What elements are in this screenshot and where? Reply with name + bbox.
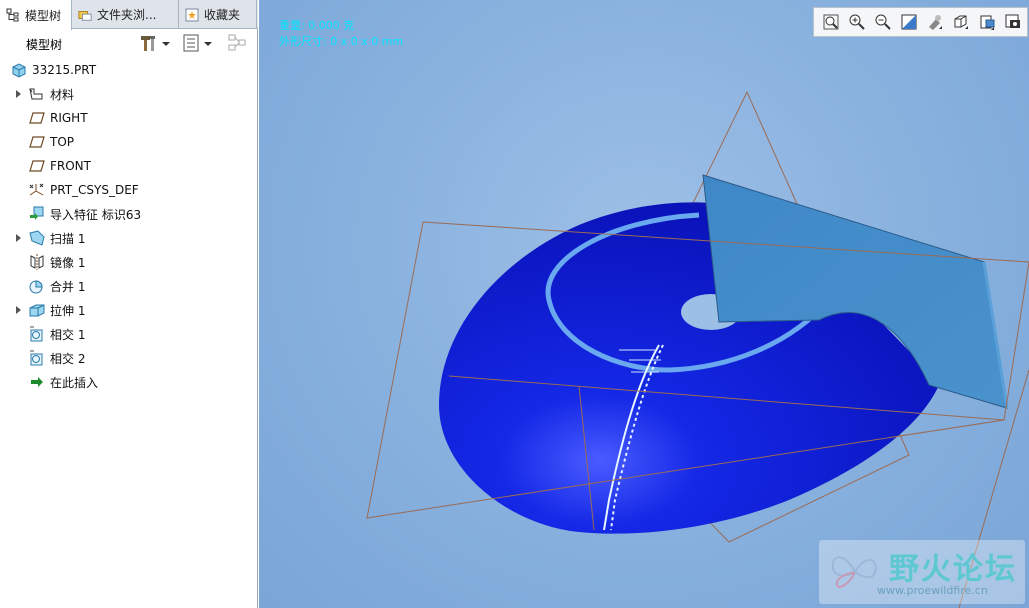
datum-plane-icon xyxy=(28,133,46,151)
sweep-icon xyxy=(28,229,46,247)
tree-item-label: 相交 2 xyxy=(50,351,86,366)
import-feature-icon xyxy=(28,205,46,223)
tree-item-intersect-1[interactable]: 相交 1 xyxy=(28,322,85,346)
settings-dropdown-button[interactable] xyxy=(138,33,170,55)
filter-button[interactable] xyxy=(227,33,249,55)
zoom-out-icon[interactable] xyxy=(872,11,894,33)
tree-item-extrude[interactable]: 拉伸 1 xyxy=(16,298,85,322)
saved-views-icon[interactable] xyxy=(950,11,972,33)
list-icon xyxy=(182,33,200,56)
tree-item-csys[interactable]: PRT_CSYS_DEF xyxy=(28,178,139,202)
intersect-icon xyxy=(28,325,46,343)
show-dropdown-button[interactable] xyxy=(182,33,212,55)
tab-model-tree-label: 模型树 xyxy=(25,8,62,23)
expand-arrow-icon[interactable] xyxy=(16,90,21,98)
tab-folder-browser-label: 文件夹浏... xyxy=(97,8,157,22)
tree-item-import-feature[interactable]: 导入特征 标识63 xyxy=(28,202,141,226)
tree-item-label: 材料 xyxy=(50,87,75,102)
tree-item-insert-here[interactable]: 在此插入 xyxy=(28,370,98,394)
watermark-title: 野火论坛 xyxy=(889,552,1017,587)
tree-item-label: TOP xyxy=(50,135,75,149)
intersect-icon xyxy=(28,349,46,367)
extrude-icon xyxy=(28,301,46,319)
tree-item-material[interactable]: 材料 xyxy=(16,82,74,106)
chevron-down-icon xyxy=(204,42,212,46)
filter-icon xyxy=(227,33,249,56)
model-tree-panel: 模型树 文件夹浏... 收藏夹 模型树 33215.PRT 材料 RIGHT T… xyxy=(0,0,258,608)
graphics-viewport[interactable]: 重量: 0.000 克 外形尺寸: 0 x 0 x 0 mm 野火论坛 www.… xyxy=(259,0,1029,608)
tree-root-label: 33215.PRT xyxy=(32,63,97,77)
datum-plane-icon xyxy=(28,157,46,175)
forum-watermark: 野火论坛 www.proewildfire.cn xyxy=(819,540,1025,604)
repaint-icon[interactable] xyxy=(898,11,920,33)
tree-item-label: 相交 1 xyxy=(50,327,86,342)
tree-item-label: 镜像 1 xyxy=(50,255,86,270)
expand-arrow-icon[interactable] xyxy=(16,306,21,314)
tree-item-mirror[interactable]: 镜像 1 xyxy=(28,250,85,274)
tree-item-label: FRONT xyxy=(50,159,91,173)
datum-display-icon[interactable] xyxy=(976,11,998,33)
weight-readout: 重量: 0.000 克 xyxy=(279,19,355,32)
panel-tab-bar: 模型树 文件夹浏... 收藏夹 xyxy=(0,0,258,30)
model-graphics xyxy=(366,90,1029,608)
merge-icon xyxy=(28,277,46,295)
view-toolbar xyxy=(813,7,1028,37)
tree-item-label: 扫描 1 xyxy=(50,231,86,246)
tab-model-tree[interactable]: 模型树 xyxy=(0,0,72,30)
part-icon xyxy=(10,61,28,79)
tree-title: 模型树 xyxy=(26,38,63,52)
tree-item-label: 导入特征 标识63 xyxy=(50,207,142,222)
butterfly-logo-icon xyxy=(831,556,877,588)
watermark-url: www.proewildfire.cn xyxy=(877,584,988,597)
tree-item-label: 在此插入 xyxy=(50,375,99,390)
tree-item-top[interactable]: TOP xyxy=(28,130,74,154)
tree-item-intersect-2[interactable]: 相交 2 xyxy=(28,346,85,370)
tab-folder-browser[interactable]: 文件夹浏... xyxy=(72,0,179,29)
mirror-icon xyxy=(28,253,46,271)
model-info: 重量: 0.000 克 外形尺寸: 0 x 0 x 0 mm xyxy=(279,18,403,50)
tree-toolbar: 模型树 xyxy=(0,30,258,58)
csys-icon xyxy=(28,181,46,199)
favorites-icon xyxy=(185,8,199,22)
tab-favorites[interactable]: 收藏夹 xyxy=(179,0,257,29)
tab-favorites-label: 收藏夹 xyxy=(204,8,241,22)
tree-item-label: 合并 1 xyxy=(50,279,86,294)
insert-here-icon xyxy=(28,373,46,391)
tree-item-label: RIGHT xyxy=(50,111,88,125)
chevron-down-icon xyxy=(162,42,170,46)
datum-plane-icon xyxy=(28,109,46,127)
expand-arrow-icon[interactable] xyxy=(16,234,21,242)
tools-icon xyxy=(138,33,158,56)
tree-item-label: PRT_CSYS_DEF xyxy=(50,183,139,197)
tree-item-sweep[interactable]: 扫描 1 xyxy=(16,226,85,250)
tree-item-right[interactable]: RIGHT xyxy=(28,106,88,130)
tree-icon xyxy=(6,8,20,22)
tree-item-front[interactable]: FRONT xyxy=(28,154,91,178)
zoom-in-icon[interactable] xyxy=(846,11,868,33)
display-style-icon[interactable] xyxy=(924,11,946,33)
zoom-fit-icon[interactable] xyxy=(820,11,842,33)
tree-root-item[interactable]: 33215.PRT xyxy=(10,58,96,82)
spin-center-icon[interactable] xyxy=(1002,11,1024,33)
tree-item-merge[interactable]: 合并 1 xyxy=(28,274,85,298)
folder-browser-icon xyxy=(78,8,92,22)
size-readout: 外形尺寸: 0 x 0 x 0 mm xyxy=(279,35,404,48)
tree-item-label: 拉伸 1 xyxy=(50,303,86,318)
material-icon xyxy=(28,85,46,103)
